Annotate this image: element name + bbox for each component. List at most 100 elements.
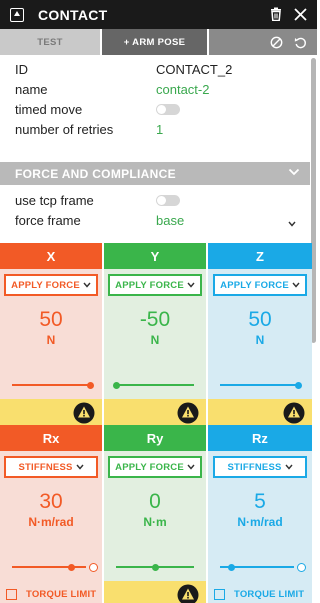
axis-unit: N — [255, 333, 265, 347]
mode-dropdown[interactable]: APPLY FORCE — [108, 456, 202, 478]
axis-unit: N — [150, 333, 160, 347]
use-tcp-frame-toggle[interactable] — [156, 194, 180, 206]
close-icon[interactable] — [291, 5, 309, 23]
mode-label: APPLY FORCE — [11, 279, 80, 291]
slider-handle[interactable] — [227, 563, 235, 571]
mode-dropdown[interactable]: APPLY FORCE — [213, 274, 307, 296]
mode-label: APPLY FORCE — [115, 461, 184, 473]
slider-limit-marker — [297, 562, 306, 572]
slider-handle[interactable] — [151, 563, 159, 571]
axis-value[interactable]: 50 — [0, 308, 102, 332]
force-frame-settings: use tcp frame force frame base — [0, 190, 310, 230]
warning-icon[interactable] — [176, 583, 200, 603]
axis-slider[interactable] — [208, 553, 312, 581]
force-frame-value[interactable]: base — [156, 213, 184, 228]
axis-slider[interactable] — [0, 371, 102, 399]
properties-list: ID CONTACT_2 name contact-2 timed move n… — [0, 59, 310, 139]
slider-track — [220, 384, 298, 386]
torque-limit-label: TORQUE LIMIT — [234, 588, 305, 600]
torque-limit-checkbox[interactable] — [214, 588, 225, 600]
axis-slider[interactable] — [208, 371, 312, 399]
axis-column-x: X APPLY FORCE 50 N — [0, 243, 102, 427]
slider-handle[interactable] — [294, 381, 302, 389]
axis-label: Ry — [104, 425, 206, 451]
force-frame-row: force frame base — [0, 210, 310, 230]
axis-label: Z — [208, 243, 312, 269]
use-tcp-frame-row: use tcp frame — [0, 190, 310, 210]
mode-dropdown[interactable]: APPLY FORCE — [4, 274, 98, 296]
torque-limit-option[interactable]: TORQUE LIMIT — [208, 581, 312, 603]
ban-icon[interactable] — [267, 33, 285, 51]
name-value[interactable]: contact-2 — [156, 82, 209, 97]
slider-track — [12, 384, 90, 386]
axis-column-rz: Rz STIFFNESS 5 N·m/rad TORQUE LIMIT — [208, 425, 312, 603]
axis-slider[interactable] — [0, 553, 102, 581]
tab-bar: TEST + ARM POSE — [0, 29, 317, 55]
mode-dropdown[interactable]: STIFFNESS — [213, 456, 307, 478]
axis-value[interactable]: -50 — [104, 308, 206, 332]
timed-move-toggle[interactable] — [156, 103, 180, 115]
mode-dropdown[interactable]: APPLY FORCE — [108, 274, 202, 296]
tab-test[interactable]: TEST — [0, 29, 102, 55]
force-frame-label: force frame — [15, 212, 81, 228]
axis-column-rx: Rx STIFFNESS 30 N·m/rad TORQUE LIMIT — [0, 425, 102, 603]
contact-app-icon — [10, 7, 24, 22]
warning-bar — [104, 399, 206, 427]
slider-track — [12, 566, 86, 568]
id-value: CONTACT_2 — [156, 61, 233, 77]
mode-label: STIFFNESS — [18, 461, 73, 473]
mode-dropdown[interactable]: STIFFNESS — [4, 456, 98, 478]
timed-move-row: timed move — [0, 99, 310, 119]
id-row: ID CONTACT_2 — [0, 59, 310, 79]
axis-value[interactable]: 30 — [0, 490, 102, 514]
torque-limit-option[interactable]: TORQUE LIMIT — [0, 581, 102, 603]
timed-move-label: timed move — [15, 101, 83, 117]
axis-column-ry: Ry APPLY FORCE 0 N·m — [104, 425, 206, 603]
axis-value[interactable]: 0 — [104, 490, 206, 514]
axis-slider[interactable] — [104, 553, 206, 581]
section-title: FORCE AND COMPLIANCE — [15, 166, 176, 181]
slider-handle[interactable] — [86, 381, 94, 389]
mode-label: APPLY FORCE — [220, 279, 289, 291]
mode-label: APPLY FORCE — [115, 279, 184, 291]
axis-column-y: Y APPLY FORCE -50 N — [104, 243, 206, 427]
axis-unit: N·m/rad — [237, 515, 283, 529]
axis-value[interactable]: 5 — [208, 490, 312, 514]
chevron-down-icon — [187, 280, 195, 291]
axis-slider[interactable] — [104, 371, 206, 399]
retries-label: number of retries — [15, 121, 114, 137]
warning-bar — [0, 399, 102, 427]
torque-limit-label: TORQUE LIMIT — [26, 588, 97, 600]
slider-handle[interactable] — [67, 563, 75, 571]
torque-limit-checkbox[interactable] — [6, 588, 17, 600]
axis-column-z: Z APPLY FORCE 50 N — [208, 243, 312, 427]
axis-label: Rx — [0, 425, 102, 451]
panel-title: CONTACT — [38, 6, 108, 23]
undo-icon[interactable] — [291, 33, 309, 51]
chevron-down-icon — [75, 462, 84, 473]
axis-label: Rz — [208, 425, 312, 451]
axis-value[interactable]: 50 — [208, 308, 312, 332]
axis-unit: N — [46, 333, 56, 347]
slider-handle[interactable] — [112, 381, 120, 389]
name-label: name — [15, 81, 48, 97]
tab-tools — [209, 29, 317, 55]
force-compliance-header[interactable]: FORCE AND COMPLIANCE — [0, 162, 310, 185]
chevron-down-icon — [288, 166, 300, 180]
id-label: ID — [15, 61, 28, 77]
tab-arm-pose[interactable]: + ARM POSE — [102, 29, 209, 55]
axis-unit: N·m/rad — [28, 515, 74, 529]
mode-label: STIFFNESS — [227, 461, 282, 473]
chevron-down-icon — [292, 280, 300, 291]
use-tcp-frame-label: use tcp frame — [15, 192, 94, 208]
axis-label: Y — [104, 243, 206, 269]
chevron-down-icon — [284, 462, 293, 473]
chevron-down-icon — [83, 280, 91, 291]
axis-unit: N·m — [143, 515, 167, 529]
retries-value[interactable]: 1 — [156, 122, 163, 137]
warning-bar — [104, 581, 206, 603]
chevron-down-icon — [187, 462, 195, 473]
force-frame-chevron-icon[interactable] — [288, 215, 296, 230]
slider-track — [116, 384, 194, 386]
trash-icon[interactable] — [267, 5, 285, 23]
